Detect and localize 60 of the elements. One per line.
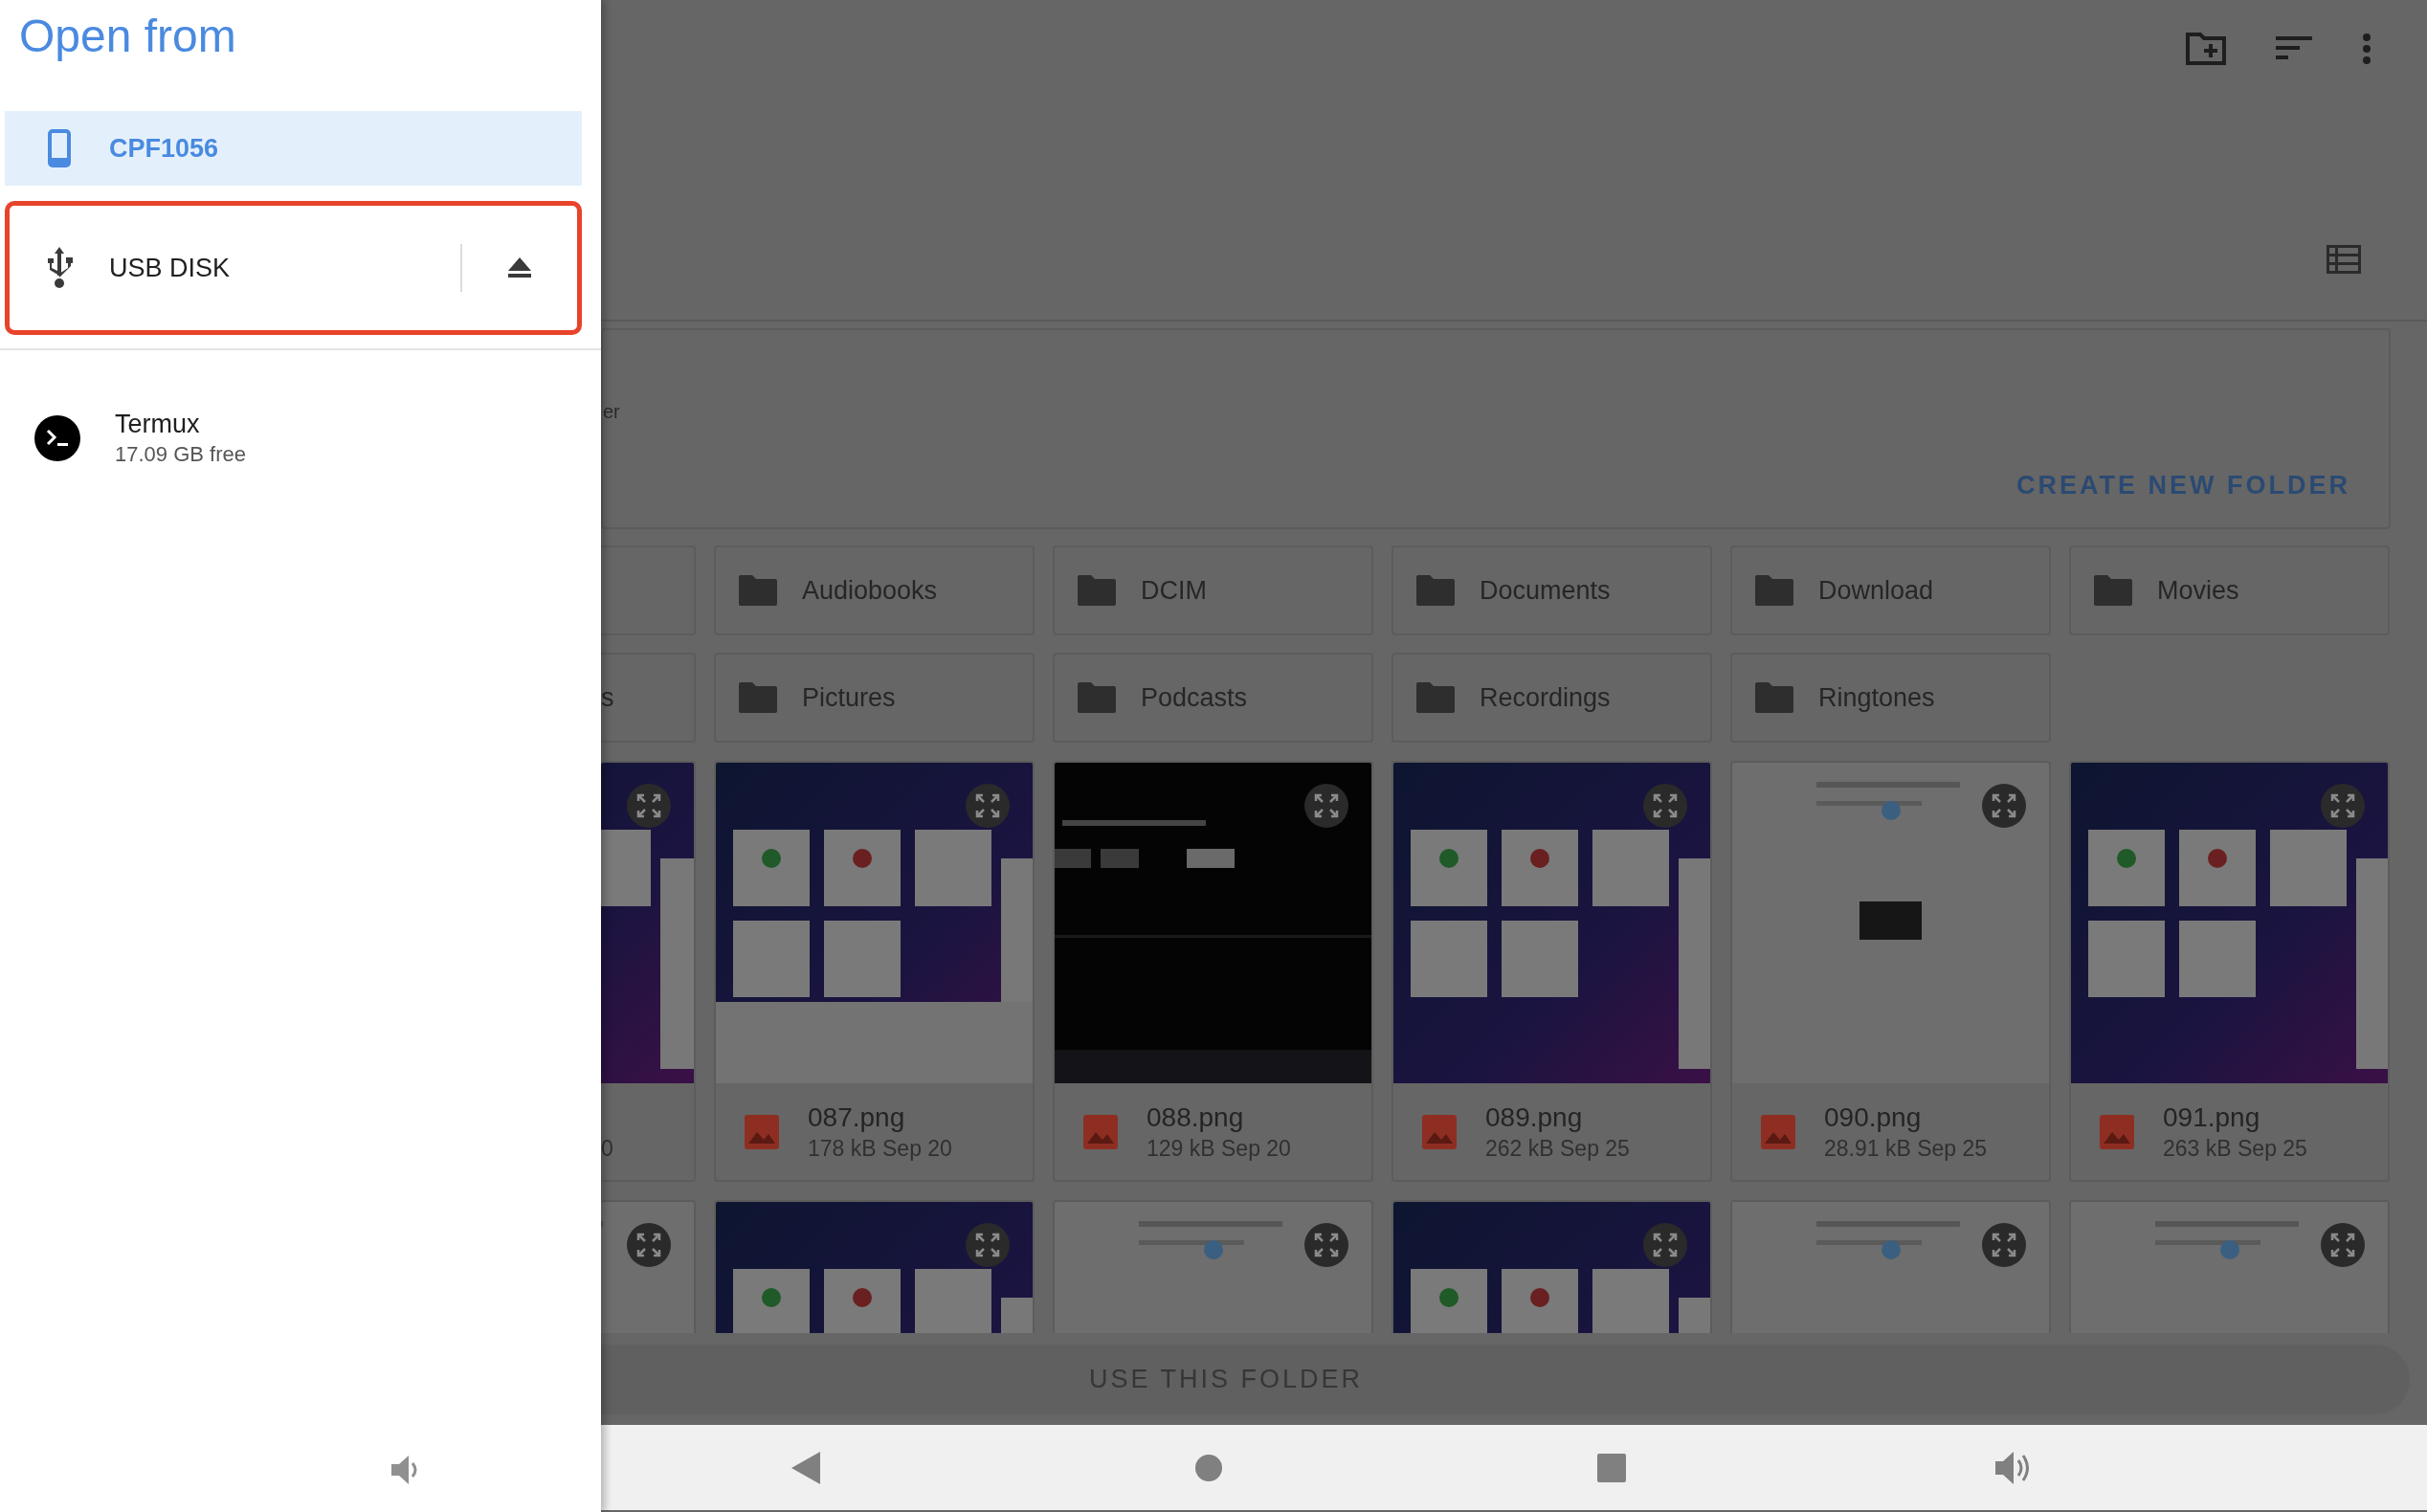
list-view-icon[interactable] (2327, 245, 2361, 274)
storage-item[interactable]: CPF1056 (5, 111, 582, 186)
home-icon[interactable] (1194, 1454, 1222, 1481)
folder-tile[interactable]: Movies (2069, 545, 2390, 635)
image-file-icon (1761, 1114, 1795, 1149)
free-space: 17.09 GB free (115, 441, 246, 468)
folder-tile[interactable]: Download (1730, 545, 2051, 635)
expand-icon[interactable] (1643, 784, 1687, 828)
cut-text: er (603, 400, 620, 424)
folder-icon (739, 682, 777, 713)
folder-tile[interactable]: Audiobooks (714, 545, 1035, 635)
expand-icon[interactable] (1643, 1223, 1687, 1267)
terminal-icon (34, 415, 80, 461)
more-icon[interactable] (2362, 33, 2371, 65)
app-name: Termux (115, 409, 201, 440)
expand-icon[interactable] (627, 784, 671, 828)
phone-icon (48, 129, 71, 167)
folder-icon (1755, 682, 1793, 713)
app-item[interactable]: Termux 17.09 GB free (0, 392, 601, 484)
folder-tile[interactable]: Podcasts (1053, 653, 1373, 743)
expand-icon[interactable] (966, 784, 1010, 828)
new-folder-icon[interactable] (2186, 33, 2226, 65)
back-icon[interactable] (790, 1451, 820, 1484)
file-name: 089.png (1485, 1101, 1584, 1134)
sort-icon[interactable] (2276, 36, 2312, 61)
file-name: 087.png (808, 1101, 906, 1134)
expand-icon[interactable] (966, 1223, 1010, 1267)
image-file-icon (2100, 1114, 2134, 1149)
folder-icon (1416, 682, 1455, 713)
folder-tile[interactable]: Recordings (1392, 653, 1712, 743)
image-file-icon (745, 1114, 779, 1149)
image-file-icon (1083, 1114, 1118, 1149)
folder-tile[interactable]: s (601, 653, 696, 743)
storage-item[interactable]: USB DISK (5, 201, 582, 335)
recents-icon[interactable] (1596, 1453, 1626, 1482)
expand-icon[interactable] (1982, 1223, 2026, 1267)
folder-icon (2094, 575, 2132, 606)
folder-tile[interactable]: DCIM (1053, 545, 1373, 635)
image-file-icon (1422, 1114, 1457, 1149)
expand-icon[interactable] (1304, 1223, 1348, 1267)
expand-icon[interactable] (2321, 1223, 2365, 1267)
folder-tile[interactable] (601, 545, 696, 635)
folder-tile[interactable]: Documents (1392, 545, 1712, 635)
folder-icon (1078, 575, 1116, 606)
expand-icon[interactable] (627, 1223, 671, 1267)
folder-icon (1416, 575, 1455, 606)
folder-icon (739, 575, 777, 606)
folder-tile[interactable]: Pictures (714, 653, 1035, 743)
expand-icon[interactable] (1982, 784, 2026, 828)
folder-icon (1755, 575, 1793, 606)
expand-icon[interactable] (2321, 784, 2365, 828)
folder-tile[interactable]: Ringtones (1730, 653, 2051, 743)
drawer-title: Open from (18, 10, 237, 63)
create-folder-button[interactable]: CREATE NEW FOLDER (2016, 465, 2350, 504)
expand-icon[interactable] (1304, 784, 1348, 828)
eject-icon[interactable] (508, 257, 531, 278)
file-name: 091.png (2163, 1101, 2261, 1134)
file-name: 090.png (1824, 1101, 1923, 1134)
file-name: 088.png (1147, 1101, 1245, 1134)
folder-icon (1078, 682, 1116, 713)
